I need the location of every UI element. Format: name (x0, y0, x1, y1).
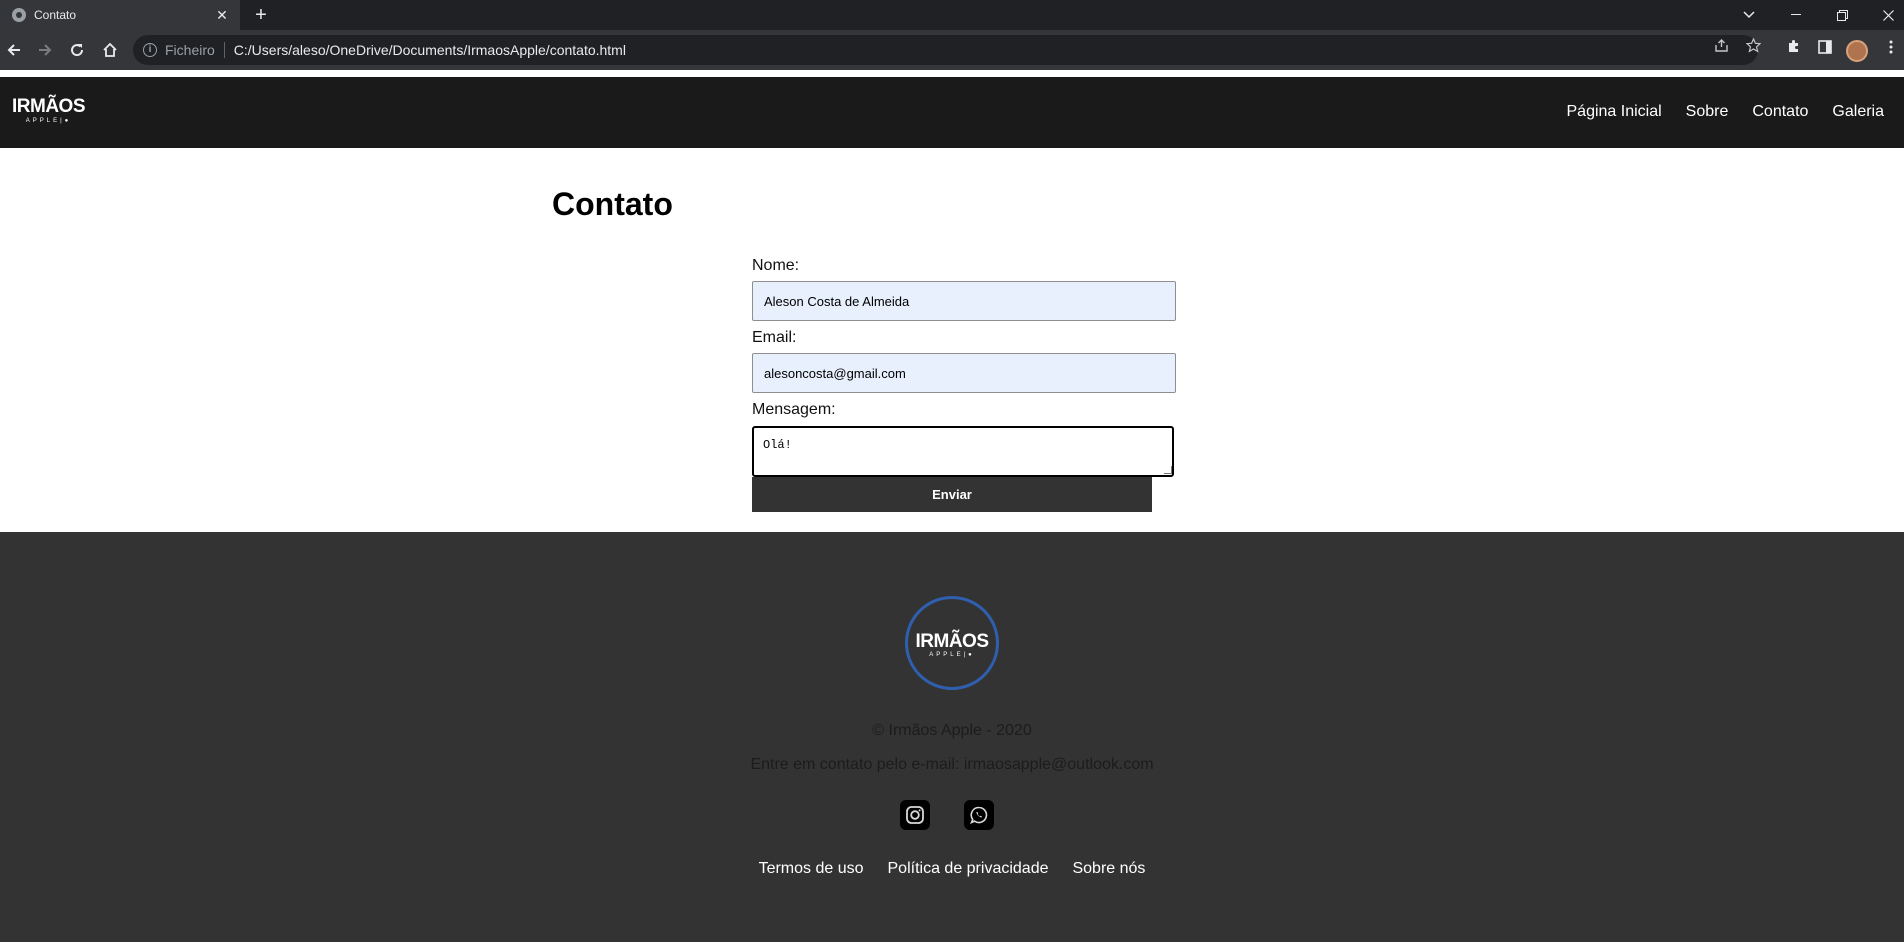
browser-tab-active[interactable]: Contato ✕ (0, 0, 240, 30)
apple-icon: ● (64, 118, 72, 124)
forward-icon[interactable] (33, 38, 57, 62)
url-text[interactable]: C:/Users/aleso/OneDrive/Documents/Irmaos… (234, 42, 626, 58)
minimize-icon[interactable] (1773, 0, 1819, 30)
window-close-icon[interactable] (1865, 0, 1904, 30)
side-panel-icon[interactable] (1813, 38, 1837, 62)
restore-icon[interactable] (1819, 0, 1865, 30)
page-title: Contato (552, 186, 673, 222)
scheme-label: Ficheiro (165, 42, 215, 58)
browser-menu-icon[interactable] (1879, 38, 1903, 62)
browser-toolbar: i Ficheiro C:/Users/aleso/OneDrive/Docum… (0, 30, 1904, 70)
share-icon[interactable] (1711, 38, 1731, 58)
message-label: Mensagem: (752, 401, 836, 418)
reload-icon[interactable] (65, 38, 89, 62)
site-logo[interactable]: IRMÃOS APPLE|● (12, 96, 86, 124)
profile-avatar[interactable] (1846, 40, 1868, 62)
bookmark-star-icon[interactable] (1743, 37, 1763, 58)
link-sobre-nos[interactable]: Sobre nós (1072, 860, 1145, 878)
address-bar[interactable]: i Ficheiro C:/Users/aleso/OneDrive/Docum… (133, 35, 1758, 65)
tab-close-icon[interactable]: ✕ (214, 7, 230, 24)
footer-logo: IRMÃOS APPLE|● (905, 596, 999, 690)
footer-logo-text: IRMÃOS (915, 631, 990, 652)
logo-text: IRMÃOS (12, 96, 86, 117)
tab-title: Contato (34, 8, 77, 22)
nav-pagina-inicial[interactable]: Página Inicial (1567, 103, 1662, 121)
name-label: Nome: (752, 257, 800, 274)
logo-sub: APPLE|● (25, 118, 72, 124)
main-nav: Página Inicial Sobre Contato Galeria (1567, 103, 1885, 121)
instagram-icon[interactable] (900, 800, 930, 830)
email-input[interactable]: alesoncosta@gmail.com (752, 353, 1176, 393)
extensions-icon[interactable] (1781, 38, 1805, 62)
email-label: Email: (752, 329, 797, 346)
globe-icon (12, 8, 26, 22)
site-header: IRMÃOS APPLE|● Página Inicial Sobre Cont… (0, 77, 1904, 148)
nav-galeria[interactable]: Galeria (1832, 103, 1884, 121)
page-top-gap (0, 70, 1904, 77)
tab-search-icon[interactable] (1726, 0, 1772, 30)
site-info-icon[interactable]: i (143, 43, 157, 57)
message-textarea[interactable]: Olá! (752, 426, 1174, 477)
submit-button[interactable]: Enviar (752, 477, 1152, 512)
nav-sobre[interactable]: Sobre (1686, 103, 1729, 121)
apple-icon: ● (968, 652, 975, 658)
home-icon[interactable] (98, 38, 122, 62)
link-politica-de-privacidade[interactable]: Política de privacidade (888, 860, 1049, 878)
nav-contato[interactable]: Contato (1752, 103, 1808, 121)
copyright-text: © Irmãos Apple - 2020 (872, 722, 1032, 739)
new-tab-button[interactable]: + (250, 4, 272, 26)
textarea-resize-handle[interactable] (1164, 466, 1172, 474)
footer-logo-sub: APPLE|● (929, 652, 975, 658)
contact-email-text: Entre em contato pelo e-mail: irmaosappl… (750, 756, 1154, 773)
link-termos-de-uso[interactable]: Termos de uso (759, 860, 864, 878)
site-footer: IRMÃOS APPLE|● © Irmãos Apple - 2020 Ent… (0, 532, 1904, 942)
name-input[interactable]: Aleson Costa de Almeida (752, 281, 1176, 321)
footer-links: Termos de uso Política de privacidade So… (0, 860, 1904, 878)
browser-tabstrip: Contato ✕ + (0, 0, 1904, 30)
omnibox-divider (223, 42, 225, 58)
back-icon[interactable] (2, 38, 26, 62)
whatsapp-icon[interactable] (964, 800, 994, 830)
